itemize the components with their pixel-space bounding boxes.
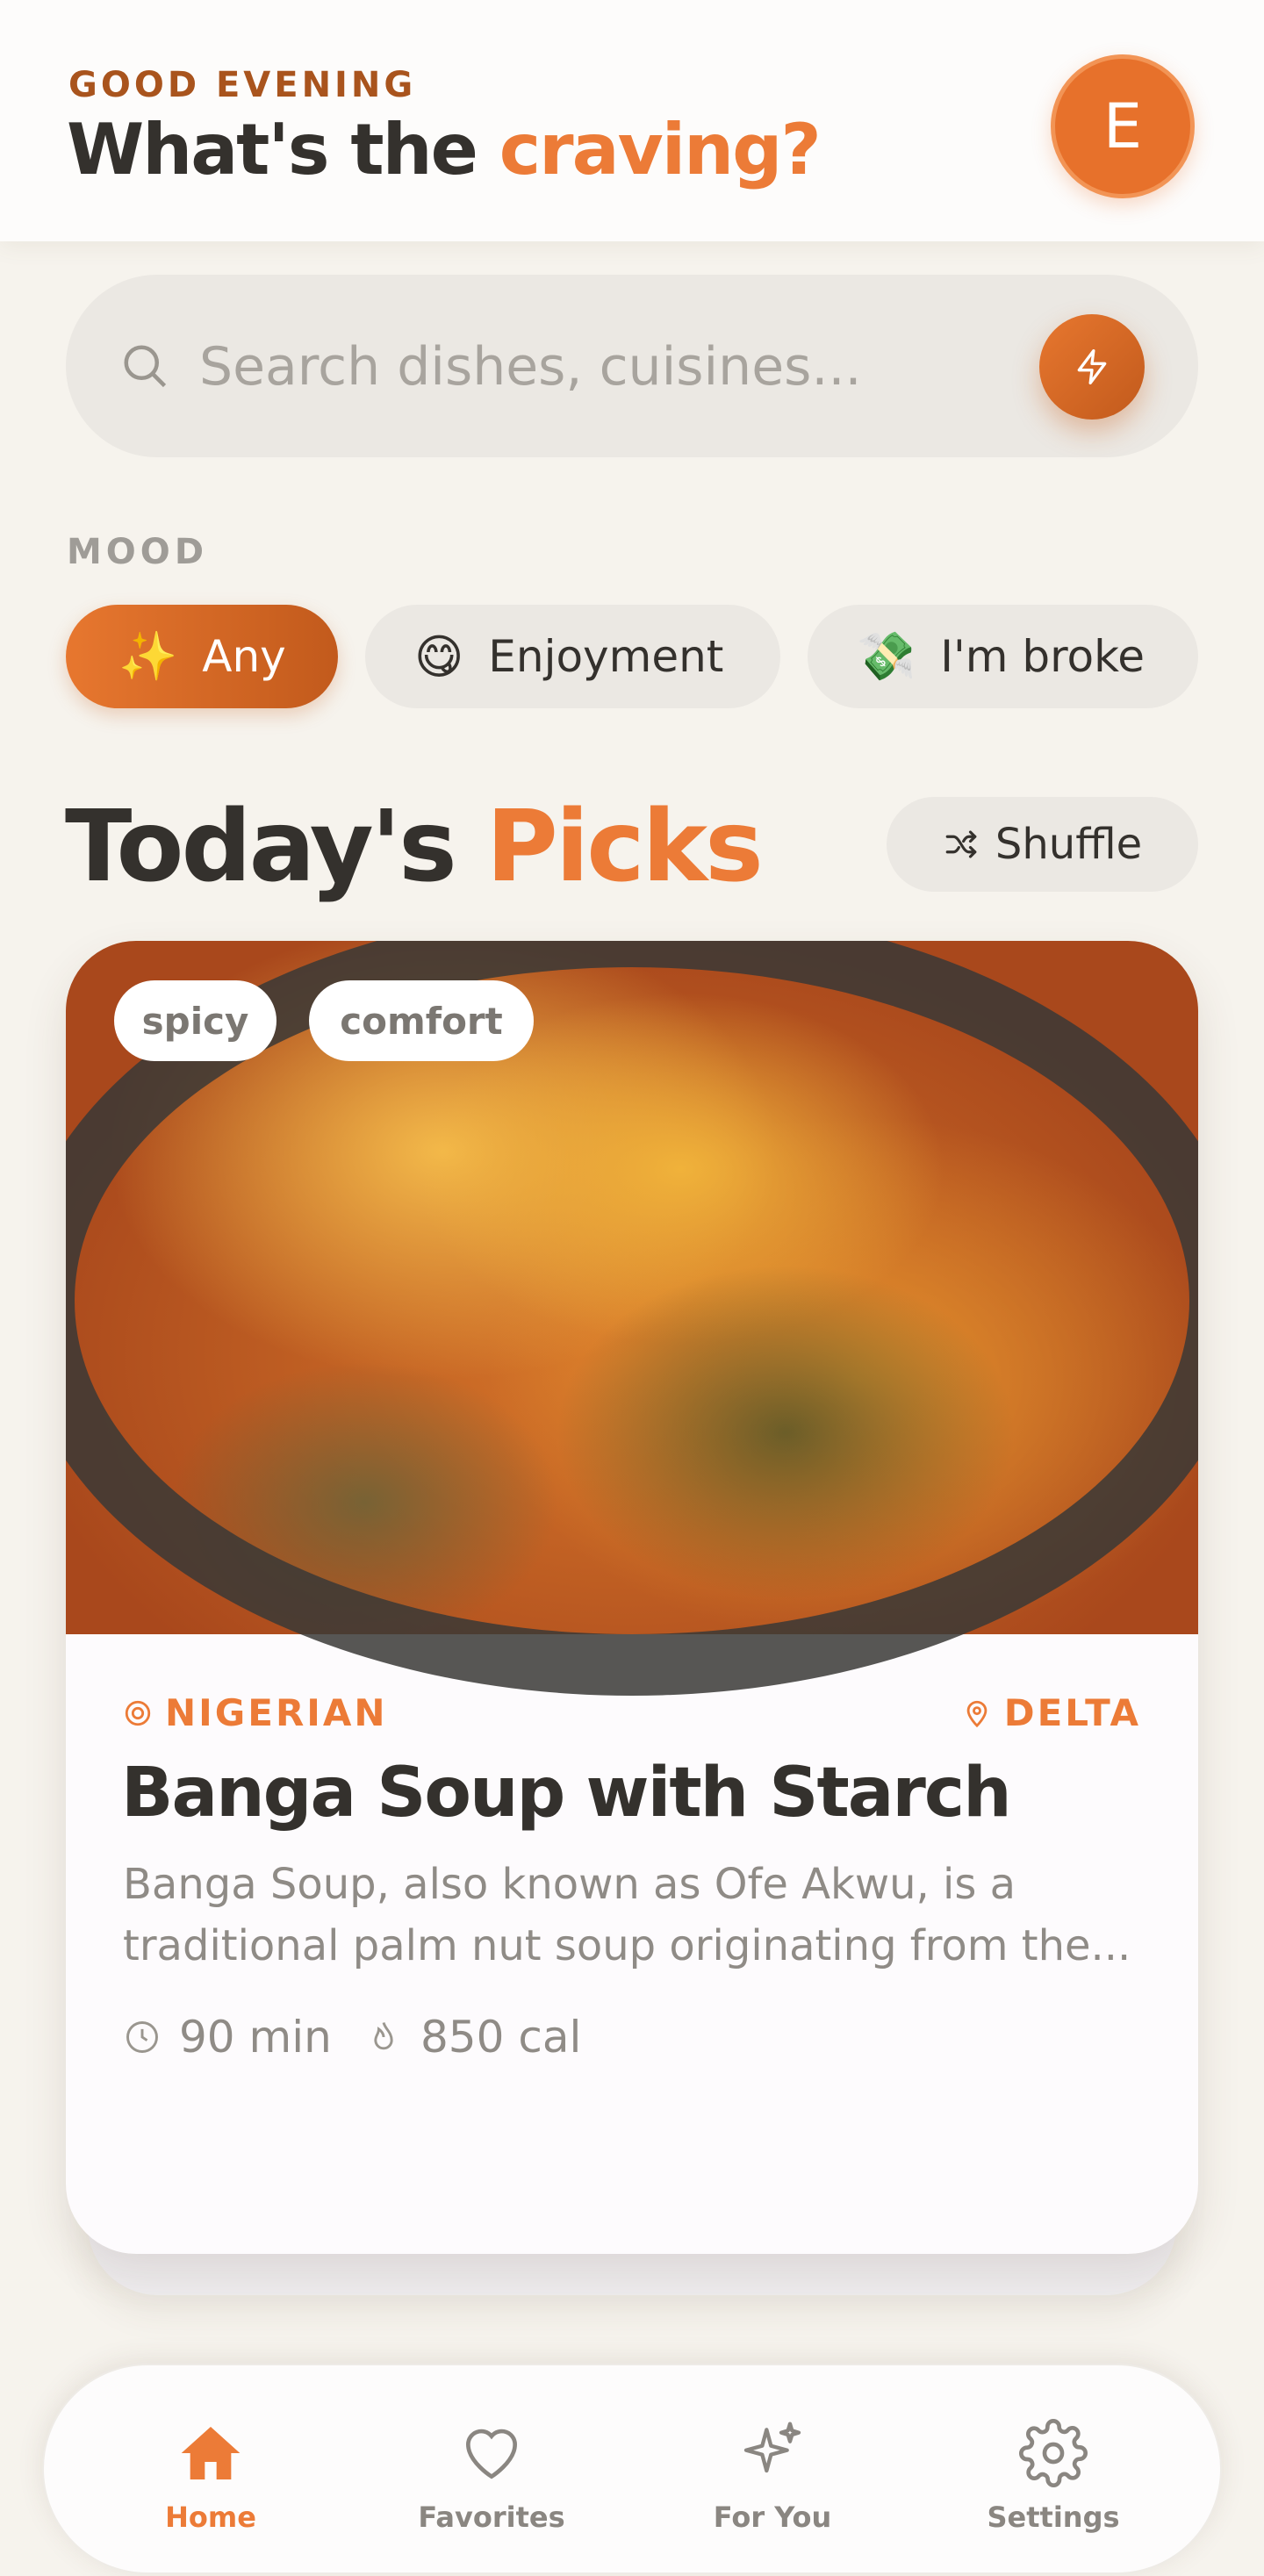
region-text: DELTA <box>1003 1691 1141 1734</box>
sparkles-icon <box>743 2422 801 2473</box>
gear-icon <box>1019 2419 1088 2487</box>
avatar[interactable]: E <box>1051 54 1195 198</box>
mood-chip-enjoyment[interactable]: 😋 Enjoyment <box>365 605 780 708</box>
bottom-nav: Home Favorites For You Settings <box>42 2364 1222 2574</box>
title-accent: craving? <box>499 109 822 190</box>
chip-label: Enjoyment <box>488 631 724 682</box>
shuffle-button[interactable]: Shuffle <box>887 797 1198 892</box>
nav-label: Home <box>165 2501 256 2534</box>
nav-item-for-you[interactable]: For You <box>676 2418 869 2550</box>
quick-pick-button[interactable] <box>1039 314 1145 420</box>
search-input[interactable]: Search dishes, cuisines... <box>199 336 862 398</box>
page-title: What's the craving? <box>67 109 822 190</box>
dish-description: Banga Soup, also known as Ofe Akwu, is a… <box>123 1860 1131 1970</box>
tag-chip: comfort <box>309 980 534 1061</box>
mood-chip-any[interactable]: ✨ Any <box>66 605 338 708</box>
region-label: DELTA <box>962 1691 1141 1734</box>
cuisine-text: NIGERIAN <box>165 1691 388 1734</box>
nav-label: For You <box>713 2501 832 2534</box>
tag-chip: spicy <box>114 980 276 1061</box>
heart-icon <box>465 2429 518 2479</box>
cuisine-icon <box>125 1700 151 1726</box>
dish-image: spicy comfort <box>66 941 1198 1696</box>
chip-label: Any <box>202 631 286 682</box>
greeting-text: GOOD EVENING <box>68 65 417 105</box>
section-title: Today's Picks <box>65 790 764 904</box>
bolt-icon <box>1077 349 1107 384</box>
cook-time: 90 min <box>123 2012 332 2063</box>
mood-label: MOOD <box>67 532 209 572</box>
section-title-accent: Picks <box>485 790 764 904</box>
mood-chip-broke[interactable]: 💸 I'm broke <box>808 605 1198 708</box>
location-pin-icon <box>966 1700 988 1727</box>
cuisine-label: NIGERIAN <box>123 1691 388 1734</box>
home-icon <box>181 2427 241 2479</box>
section-title-prefix: Today's <box>65 790 457 904</box>
flame-icon <box>374 2022 393 2050</box>
chip-label: I'm broke <box>940 631 1146 682</box>
nav-item-settings[interactable]: Settings <box>957 2418 1150 2550</box>
clock-icon <box>126 2021 158 2053</box>
cook-time-text: 90 min <box>179 2012 332 2063</box>
shuffle-icon <box>945 830 977 858</box>
money-wings-emoji: 💸 <box>857 628 916 684</box>
search-bar[interactable]: Search dishes, cuisines... <box>66 275 1198 457</box>
shuffle-label: Shuffle <box>995 820 1143 869</box>
sparkles-emoji: ✨ <box>118 628 178 684</box>
nav-item-favorites[interactable]: Favorites <box>395 2418 588 2550</box>
yum-face-emoji: 😋 <box>414 628 464 685</box>
nav-label: Favorites <box>418 2501 565 2534</box>
title-prefix: What's the <box>67 109 478 190</box>
nav-item-home[interactable]: Home <box>114 2418 307 2550</box>
dish-name: Banga Soup with Starch <box>121 1754 1012 1833</box>
app-header: GOOD EVENING What's the craving? E <box>0 0 1264 241</box>
calories: 850 cal <box>364 2012 581 2063</box>
dish-card[interactable]: spicy comfort NIGERIAN DELTA Banga Soup … <box>66 941 1198 2254</box>
search-icon <box>124 345 167 388</box>
calories-text: 850 cal <box>420 2012 582 2063</box>
nav-label: Settings <box>987 2501 1120 2534</box>
